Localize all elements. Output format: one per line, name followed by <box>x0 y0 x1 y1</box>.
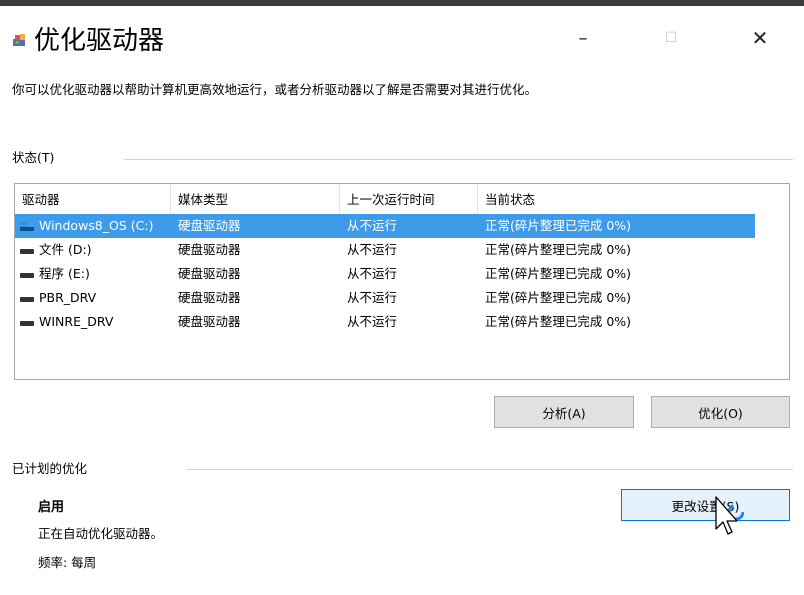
drive-list[interactable]: 驱动器 媒体类型 上一次运行时间 当前状态 Windows8_OS (C:) 硬… <box>14 183 790 380</box>
analyze-button[interactable]: 分析(A) <box>494 396 634 428</box>
drive-list-header: 驱动器 媒体类型 上一次运行时间 当前状态 <box>15 184 789 214</box>
last-run-cell: 从不运行 <box>347 290 398 305</box>
column-header-media-type[interactable]: 媒体类型 <box>171 184 340 214</box>
schedule-state: 启用 <box>38 500 65 515</box>
media-type-cell: 硬盘驱动器 <box>178 290 241 305</box>
media-type-cell: 硬盘驱动器 <box>178 266 241 281</box>
drive-cell: PBR_DRV <box>19 286 96 310</box>
close-button[interactable]: ✕ <box>737 20 783 56</box>
drive-row-c[interactable]: Windows8_OS (C:) 硬盘驱动器 从不运行 正常(碎片整理已完成 0… <box>15 214 755 238</box>
hard-drive-icon <box>19 245 35 255</box>
hard-drive-icon <box>19 269 35 279</box>
schedule-section-label: 已计划的优化 <box>12 461 88 476</box>
drive-name: WINRE_DRV <box>39 314 114 329</box>
schedule-separator <box>186 469 793 470</box>
drive-row-e[interactable]: 程序 (E:) 硬盘驱动器 从不运行 正常(碎片整理已完成 0%) <box>15 262 755 286</box>
last-run-cell: 从不运行 <box>347 266 398 281</box>
mouse-cursor-icon <box>715 496 744 535</box>
current-status-cell: 正常(碎片整理已完成 0%) <box>485 218 632 233</box>
last-run-cell: 从不运行 <box>347 242 398 257</box>
drive-cell: 程序 (E:) <box>19 262 90 286</box>
column-header-drive[interactable]: 驱动器 <box>15 184 171 214</box>
drive-cell: 文件 (D:) <box>19 238 92 262</box>
drive-row-d[interactable]: 文件 (D:) 硬盘驱动器 从不运行 正常(碎片整理已完成 0%) <box>15 238 755 262</box>
drive-list-rows: Windows8_OS (C:) 硬盘驱动器 从不运行 正常(碎片整理已完成 0… <box>15 214 755 334</box>
hard-drive-icon <box>19 293 35 303</box>
minimize-button[interactable]: – <box>560 20 606 56</box>
optimize-button[interactable]: 优化(O) <box>651 396 790 428</box>
drive-name: PBR_DRV <box>39 290 97 305</box>
drive-name: 文件 (D:) <box>39 242 92 257</box>
media-type-cell: 硬盘驱动器 <box>178 218 241 233</box>
current-status-cell: 正常(碎片整理已完成 0%) <box>485 314 632 329</box>
current-status-cell: 正常(碎片整理已完成 0%) <box>485 266 632 281</box>
defrag-app-icon <box>13 34 25 46</box>
drive-name: 程序 (E:) <box>39 266 90 281</box>
description-text: 你可以优化驱动器以帮助计算机更高效地运行，或者分析驱动器以了解是否需要对其进行优… <box>12 82 538 97</box>
column-header-current-status[interactable]: 当前状态 <box>478 184 678 214</box>
last-run-cell: 从不运行 <box>347 314 398 329</box>
media-type-cell: 硬盘驱动器 <box>178 314 241 329</box>
current-status-cell: 正常(碎片整理已完成 0%) <box>485 242 632 257</box>
maximize-button[interactable]: ☐ <box>648 20 694 56</box>
drive-row-pbr[interactable]: PBR_DRV 硬盘驱动器 从不运行 正常(碎片整理已完成 0%) <box>15 286 755 310</box>
schedule-frequency: 频率: 每周 <box>38 555 97 570</box>
system-drive-icon <box>19 221 35 231</box>
last-run-cell: 从不运行 <box>347 218 398 233</box>
column-header-last-run[interactable]: 上一次运行时间 <box>340 184 478 214</box>
current-status-cell: 正常(碎片整理已完成 0%) <box>485 290 632 305</box>
change-settings-button[interactable]: 更改设置(S) <box>621 489 790 521</box>
drive-cell: Windows8_OS (C:) <box>19 214 154 238</box>
hard-drive-icon <box>19 317 35 327</box>
drive-name: Windows8_OS (C:) <box>39 214 154 238</box>
drive-cell: WINRE_DRV <box>19 310 113 334</box>
schedule-description: 正在自动优化驱动器。 <box>38 526 164 541</box>
media-type-cell: 硬盘驱动器 <box>178 242 241 257</box>
window-title: 优化驱动器 <box>34 26 165 56</box>
drive-row-winre[interactable]: WINRE_DRV 硬盘驱动器 从不运行 正常(碎片整理已完成 0%) <box>15 310 755 334</box>
status-section-label: 状态(T) <box>12 150 55 165</box>
status-separator <box>124 159 793 160</box>
title-bar: 优化驱动器 – ☐ ✕ <box>0 6 804 64</box>
